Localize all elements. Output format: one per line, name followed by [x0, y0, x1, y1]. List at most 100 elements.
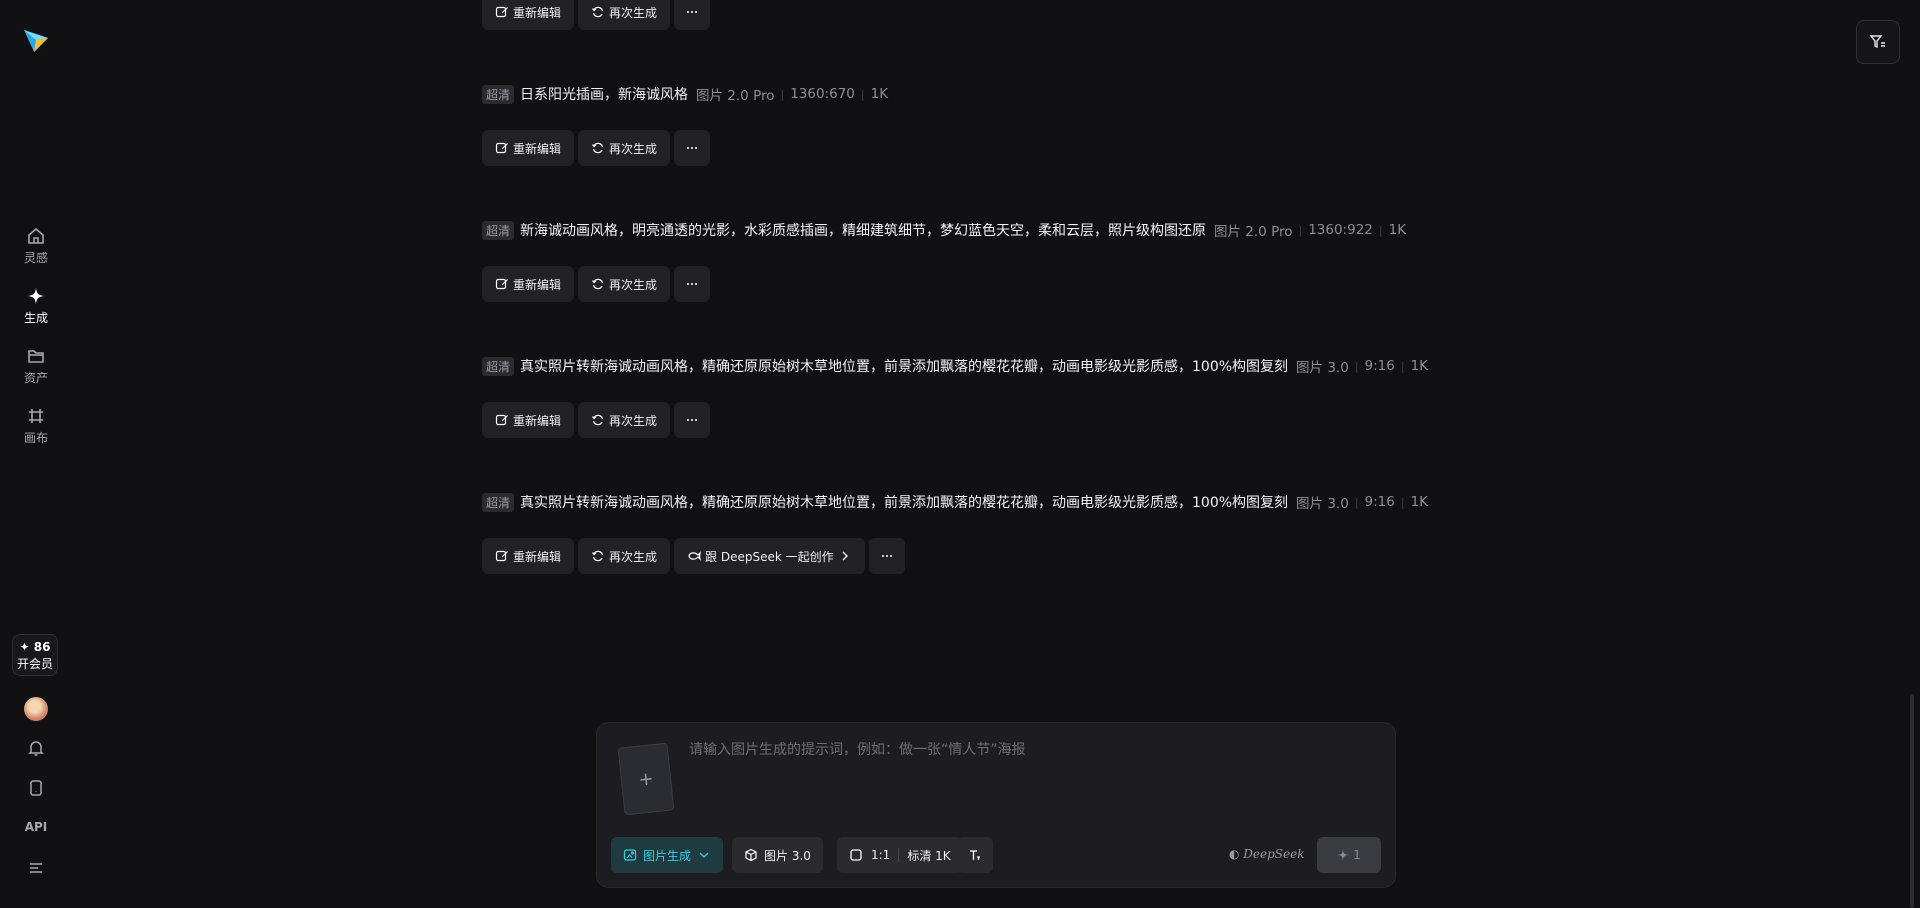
whale-icon: ◐ — [1229, 847, 1244, 861]
refresh-icon — [592, 278, 604, 290]
prompt-input[interactable]: 请输入图片生成的提示词，例如：做一张“情人节”海报 — [689, 739, 1026, 759]
regenerate-button[interactable]: 再次生成 — [578, 266, 671, 302]
regenerate-label: 再次生成 — [609, 141, 658, 156]
more-icon — [687, 419, 698, 421]
prompt-composer: + 请输入图片生成的提示词，例如：做一张“情人节”海报 图片生成 图片 3.0 … — [596, 722, 1396, 888]
mode-select[interactable]: 图片生成 — [611, 837, 724, 873]
divider: | — [1378, 223, 1383, 237]
nav-item-canvas[interactable]: 画布 — [0, 406, 72, 446]
nav-item-label: 画布 — [23, 431, 48, 445]
regenerate-button[interactable]: 再次生成 — [578, 130, 671, 166]
re-edit-button[interactable]: 重新编辑 — [482, 0, 575, 30]
record-item: 重新编辑 再次生成 — [482, 0, 711, 30]
regenerate-label: 再次生成 — [609, 277, 658, 292]
model-label: 图片 3.0 — [1296, 496, 1349, 512]
credit-cost: 1 — [1353, 848, 1361, 862]
plus-icon: + — [637, 767, 655, 791]
prompt-text[interactable]: 真实照片转新海诚动画风格，精确还原原始树木草地位置，前景添加飘落的樱花花瓣，动画… — [520, 492, 1288, 512]
quality-badge: 超清 — [482, 220, 515, 240]
re-edit-label: 重新编辑 — [513, 549, 562, 564]
prompt-text[interactable]: 新海诚动画风格，明亮通透的光影，水彩质感插画，精细建筑细节，梦幻蓝色天空，柔和云… — [520, 220, 1206, 240]
deepseek-create-button[interactable]: 跟 DeepSeek 一起创作 — [674, 538, 865, 574]
quality-label: 标清 1K — [907, 848, 951, 863]
chevron-right-icon — [842, 551, 848, 561]
re-edit-button[interactable]: 重新编辑 — [482, 402, 575, 438]
re-edit-label: 重新编辑 — [513, 5, 562, 20]
nav-item-assets[interactable]: 资产 — [0, 346, 72, 386]
refresh-icon — [592, 6, 604, 18]
quality-badge: 超清 — [482, 492, 515, 512]
regenerate-button[interactable]: 再次生成 — [578, 402, 671, 438]
filter-button[interactable] — [1856, 20, 1900, 64]
record-item: 超清 新海诚动画风格，明亮通透的光影，水彩质感插画，精细建筑细节，梦幻蓝色天空，… — [482, 219, 1406, 302]
vip-label: 开会员 — [16, 657, 53, 671]
more-button[interactable] — [868, 538, 905, 574]
re-edit-button[interactable]: 重新编辑 — [482, 538, 575, 574]
prompt-text[interactable]: 日系阳光插画，新海诚风格 — [520, 84, 688, 104]
resolution-label: 1K — [1410, 494, 1429, 510]
filter-icon — [1869, 35, 1885, 49]
vip-points: ✦ 86 — [19, 640, 51, 654]
divider: | — [780, 87, 785, 101]
more-button[interactable] — [674, 130, 711, 166]
divider: | — [1400, 495, 1405, 509]
divider: | — [860, 87, 865, 101]
ratio-quality-select[interactable]: 1:1 标清 1K — [837, 837, 963, 873]
home-icon — [28, 227, 44, 244]
bell-icon[interactable] — [26, 738, 46, 758]
divider: | — [1400, 359, 1405, 373]
scrollbar[interactable] — [1910, 694, 1914, 908]
generate-button[interactable]: 1 — [1317, 837, 1381, 873]
cube-icon — [745, 848, 757, 862]
ratio-label: 1:1 — [871, 848, 891, 862]
folder-icon — [28, 350, 44, 363]
regenerate-button[interactable]: 再次生成 — [578, 538, 671, 574]
api-link[interactable]: API — [0, 820, 72, 834]
text-format-icon — [970, 850, 980, 860]
sparkle-icon — [1338, 849, 1349, 861]
nav-item-generate[interactable]: 生成 — [0, 286, 72, 326]
deepseek-brand: DeepSeek — [1243, 847, 1305, 861]
model-label: 图片 3.0 — [1296, 360, 1349, 376]
edit-icon — [495, 278, 508, 290]
nav-item-label: 资产 — [23, 371, 48, 385]
prompt-text[interactable]: 真实照片转新海诚动画风格，精确还原原始树木草地位置，前景添加飘落的樱花花瓣，动画… — [520, 356, 1288, 376]
text-style-button[interactable] — [957, 837, 993, 873]
chevron-down-icon — [699, 852, 709, 858]
re-edit-button[interactable]: 重新编辑 — [482, 266, 575, 302]
more-button[interactable] — [674, 0, 711, 30]
model-select[interactable]: 图片 3.0 — [732, 837, 823, 873]
model-label: 图片 2.0 Pro — [696, 88, 775, 104]
nav-item-label: 生成 — [23, 311, 48, 325]
mobile-icon[interactable] — [26, 778, 46, 798]
re-edit-label: 重新编辑 — [513, 277, 562, 292]
ratio-label: 9:16 — [1364, 358, 1395, 374]
vip-button[interactable]: ✦ 86 开会员 — [12, 634, 58, 676]
app-logo-icon[interactable] — [22, 26, 50, 54]
more-icon — [687, 147, 698, 149]
sidebar: 灵感 生成 资产 画布 ✦ 86 开会员 API — [0, 0, 72, 908]
nav-item-label: 灵感 — [23, 251, 48, 265]
more-button[interactable] — [674, 402, 711, 438]
nav-item-inspiration[interactable]: 灵感 — [0, 226, 72, 266]
deepseek-create-label: 跟 DeepSeek 一起创作 — [705, 549, 834, 564]
upload-image-button[interactable]: + — [617, 742, 675, 816]
model-label: 图片 2.0 Pro — [1214, 224, 1293, 240]
deepseek-logo[interactable]: ◐ DeepSeek — [1229, 847, 1305, 861]
regenerate-label: 再次生成 — [609, 549, 658, 564]
more-button[interactable] — [674, 266, 711, 302]
more-icon — [687, 283, 698, 285]
refresh-icon — [592, 550, 604, 562]
re-edit-button[interactable]: 重新编辑 — [482, 130, 575, 166]
refresh-icon — [592, 414, 604, 426]
edit-icon — [495, 550, 508, 562]
record-item: 超清 日系阳光插画，新海诚风格 图片 2.0 Pro | 1360:670 | 1K… — [482, 83, 888, 166]
avatar[interactable] — [24, 697, 48, 721]
menu-icon[interactable] — [26, 858, 46, 878]
edit-icon — [495, 142, 508, 154]
image-generate-icon — [623, 849, 637, 861]
regenerate-label: 再次生成 — [609, 413, 658, 428]
divider — [898, 848, 900, 862]
regenerate-button[interactable]: 再次生成 — [578, 0, 671, 30]
resolution-label: 1K — [1388, 222, 1407, 238]
